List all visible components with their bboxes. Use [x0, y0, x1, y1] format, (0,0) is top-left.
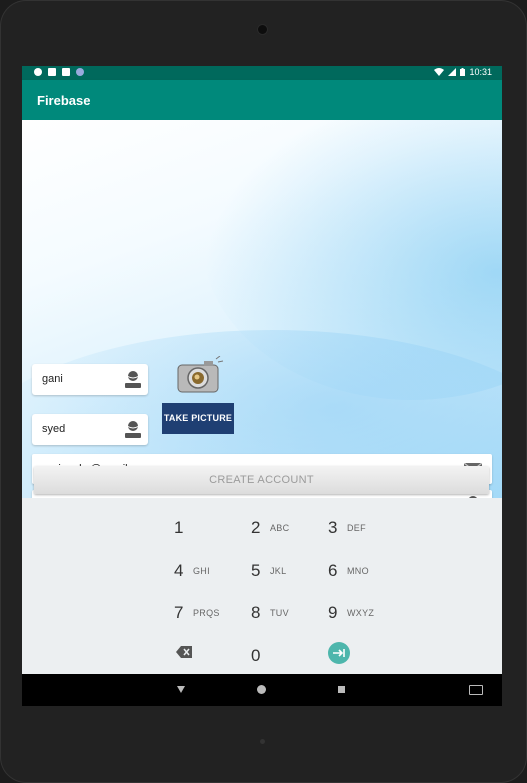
- key-digit: 0: [251, 646, 261, 665]
- key-digit: 1: [174, 518, 184, 537]
- key-digit: 7: [174, 603, 184, 622]
- next-field-icon[interactable]: [328, 642, 350, 664]
- create-account-button[interactable]: CREATE ACCOUNT: [34, 466, 489, 494]
- camera-icon[interactable]: [176, 356, 224, 394]
- person-icon: [125, 421, 141, 438]
- first-name-value: gani: [42, 373, 63, 385]
- key-7[interactable]: 7 PRQS: [174, 597, 244, 627]
- key-9[interactable]: 9 WXYZ: [328, 597, 398, 627]
- key-digit: 2: [251, 518, 261, 537]
- keyboard-switch-icon[interactable]: [469, 685, 483, 695]
- key-letters: TUV: [270, 608, 289, 618]
- key-digit: 3: [328, 518, 338, 537]
- image-icon: [48, 68, 56, 76]
- status-time: 10:31: [469, 67, 492, 77]
- key-digit: 5: [251, 561, 261, 580]
- wifi-icon: [434, 68, 445, 76]
- recent-apps-icon[interactable]: [338, 686, 345, 693]
- key-4[interactable]: 4 GHI: [174, 555, 244, 585]
- battery-icon: [460, 68, 466, 76]
- key-1[interactable]: 1: [174, 512, 244, 542]
- key-letters: JKL: [270, 566, 287, 576]
- key-letters: MNO: [347, 566, 369, 576]
- status-bar: 10:31: [22, 66, 502, 80]
- key-digit: 9: [328, 603, 338, 622]
- app-title: Firebase: [37, 93, 91, 108]
- key-6[interactable]: 6 MNO: [328, 555, 398, 585]
- key-8[interactable]: 8 TUV: [251, 597, 321, 627]
- back-icon[interactable]: [177, 686, 185, 693]
- key-letters: DEF: [347, 523, 366, 533]
- backspace-icon[interactable]: [176, 646, 192, 658]
- navigation-bar: [22, 674, 502, 706]
- key-letters: GHI: [193, 566, 210, 576]
- front-camera: [258, 25, 267, 34]
- tablet-bezel: 10:31 Firebase gani syed TAKE PICTURE CR…: [0, 0, 527, 783]
- first-name-field[interactable]: gani: [32, 364, 148, 395]
- sd-card-icon: [62, 68, 70, 76]
- numeric-keypad: 1 2 ABC 3 DEF 4 GHI 5 JKL 6 MNO 7 PRQS 8…: [22, 498, 502, 674]
- device-screen: 10:31 Firebase gani syed TAKE PICTURE CR…: [22, 66, 502, 706]
- key-2[interactable]: 2 ABC: [251, 512, 321, 542]
- person-icon: [125, 371, 141, 388]
- key-letters: WXYZ: [347, 608, 375, 618]
- app-bar: Firebase: [22, 80, 502, 120]
- circle-icon: [76, 68, 84, 76]
- last-name-field[interactable]: syed: [32, 414, 148, 445]
- key-letters: ABC: [270, 523, 290, 533]
- home-icon[interactable]: [257, 685, 266, 694]
- form-content: gani syed TAKE PICTURE: [22, 120, 502, 498]
- key-letters: PRQS: [193, 608, 220, 618]
- key-3[interactable]: 3 DEF: [328, 512, 398, 542]
- signal-icon: [448, 68, 457, 76]
- last-name-value: syed: [42, 423, 66, 435]
- key-0[interactable]: 0: [251, 640, 321, 670]
- take-picture-button[interactable]: TAKE PICTURE: [162, 403, 234, 434]
- key-5[interactable]: 5 JKL: [251, 555, 321, 585]
- bezel-dot: [260, 739, 265, 744]
- key-digit: 4: [174, 561, 184, 580]
- key-digit: 6: [328, 561, 338, 580]
- key-digit: 8: [251, 603, 261, 622]
- gear-icon: [34, 68, 42, 76]
